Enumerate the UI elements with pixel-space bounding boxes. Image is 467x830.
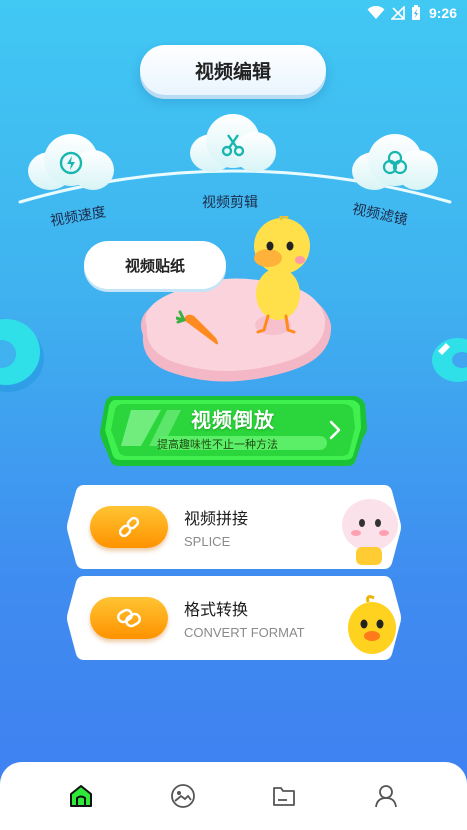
duck-sticker <box>254 216 310 334</box>
status-time: 9:26 <box>428 5 457 21</box>
reverse-subtitle: 提高趣味性不止一种方法 <box>157 438 278 451</box>
battery-charging-icon <box>411 5 421 21</box>
speed-icon <box>59 151 83 175</box>
feature-speed-button[interactable] <box>28 130 114 192</box>
nav-folder[interactable] <box>269 781 299 811</box>
splice-subtitle: SPLICE <box>184 534 231 549</box>
bottom-nav <box>0 762 467 830</box>
filter-icon <box>382 150 408 175</box>
link-icon <box>118 516 140 538</box>
convert-title: 格式转换 <box>184 600 249 619</box>
nav-home[interactable] <box>66 781 96 811</box>
cloud-mascot-sticker <box>342 499 398 565</box>
feature-cut-button[interactable] <box>190 112 276 174</box>
page-title: 视频编辑 <box>140 45 326 95</box>
image-icon <box>170 784 195 808</box>
chevron-right-icon <box>329 420 341 440</box>
chick-mascot-sticker <box>348 595 396 654</box>
feature-sticker-button[interactable]: 视频贴纸 <box>84 241 226 289</box>
nav-profile[interactable] <box>371 781 401 811</box>
convert-icon-pill <box>90 597 168 639</box>
feature-filter-button[interactable] <box>352 130 438 192</box>
video-reverse-button[interactable]: 视频倒放 提高趣味性不止一种方法 <box>97 392 369 468</box>
home-icon <box>69 785 92 807</box>
convert-format-card[interactable]: 格式转换 CONVERT FORMAT <box>66 574 402 662</box>
convert-icon <box>117 608 141 628</box>
splice-title: 视频拼接 <box>184 509 249 528</box>
convert-subtitle: CONVERT FORMAT <box>184 625 305 640</box>
splice-card[interactable]: 视频拼接 SPLICE <box>66 483 402 571</box>
status-bar: 9:26 <box>0 0 467 26</box>
folder-icon <box>273 787 296 806</box>
user-icon <box>375 785 398 808</box>
nav-gallery[interactable] <box>168 781 198 811</box>
ring-decoration-right <box>432 338 467 382</box>
scissors-icon <box>221 134 245 157</box>
splice-icon-pill <box>90 506 168 548</box>
no-signal-icon <box>390 6 405 20</box>
carrot-sticker <box>176 310 218 345</box>
feature-cut-label: 视频剪辑 <box>202 195 258 211</box>
ring-decoration-left <box>0 319 44 392</box>
wifi-icon <box>367 6 385 20</box>
